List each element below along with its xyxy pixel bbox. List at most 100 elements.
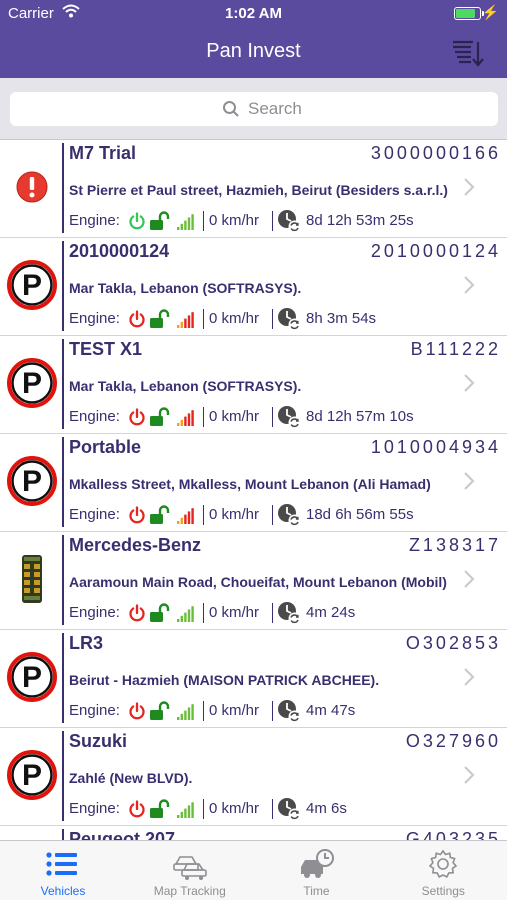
clock-refresh-icon <box>277 699 301 727</box>
vehicle-address: Mar Takla, Lebanon (SOFTRASYS). <box>69 280 302 296</box>
power-icon <box>127 799 147 823</box>
vehicle-code: 1010004934 <box>370 437 501 457</box>
power-icon <box>127 211 147 235</box>
clock-refresh-icon <box>277 405 301 433</box>
tab-time[interactable]: Time <box>254 841 380 900</box>
vehicle-row[interactable]: P TEST X1 B111222 Mar Takla, Lebanon (SOFTR… <box>0 337 507 434</box>
clock-refresh-icon <box>277 209 301 237</box>
parking-icon: P <box>6 259 58 311</box>
vehicle-name: Peugeot 207 <box>69 829 176 840</box>
vehicle-name: Mercedes-Benz <box>69 535 202 555</box>
duration-value: 8h 3m 54s <box>306 310 377 327</box>
vehicle-address: Mkalless Street, Mkalless, Mount Lebanon… <box>69 476 431 492</box>
car-clock-icon <box>299 848 335 880</box>
unlock-icon <box>149 799 173 823</box>
vehicle-row[interactable]: P Suzuki O327960 Zahlé (New BLVD). Engine: 0 … <box>0 729 507 826</box>
engine-label: Engine: <box>69 212 120 229</box>
separator <box>272 211 273 231</box>
separator <box>203 505 204 525</box>
engine-label: Engine: <box>69 604 120 621</box>
separator <box>203 407 204 427</box>
unlock-icon <box>149 309 173 333</box>
cars-icon <box>172 848 208 880</box>
clock-refresh-icon <box>277 797 301 825</box>
separator <box>203 701 204 721</box>
chevron-right-icon <box>464 276 475 294</box>
signal-icon <box>177 211 195 235</box>
engine-label: Engine: <box>69 506 120 523</box>
vehicle-name: Suzuki <box>69 731 128 751</box>
duration-value: 18d 6h 56m 55s <box>306 506 414 523</box>
engine-label: Engine: <box>69 702 120 719</box>
clock: 1:02 AM <box>225 5 282 22</box>
vehicle-list: M7 Trial 3000000166 St Pierre et Paul stre… <box>0 141 507 840</box>
parking-icon: P <box>6 749 58 801</box>
vehicle-row[interactable]: P 2010000124 2010000124 Mar Takla, Lebanon … <box>0 239 507 336</box>
gear-icon <box>425 848 461 880</box>
power-icon <box>127 407 147 431</box>
signal-icon <box>177 799 195 823</box>
power-icon <box>127 309 147 333</box>
vehicle-row[interactable]: Mercedes-Benz Z138317 Aaramoun Main Road, … <box>0 533 507 630</box>
page-title: Pan Invest <box>206 40 301 62</box>
search-box[interactable] <box>10 92 498 126</box>
speed-value: 0 km/hr <box>209 604 260 621</box>
tab-settings[interactable]: Settings <box>380 841 506 900</box>
vehicle-code: 3000000166 <box>370 143 501 163</box>
unlock-icon <box>149 211 173 235</box>
signal-icon <box>177 505 195 529</box>
row-divider <box>62 535 64 625</box>
duration-value: 4m 6s <box>306 800 347 817</box>
vehicle-code: 2010000124 <box>370 241 501 261</box>
separator <box>272 407 273 427</box>
vehicle-address: St Pierre et Paul street, Hazmieh, Beiru… <box>69 182 448 198</box>
row-divider <box>62 731 64 821</box>
vehicle-code: O302853 <box>405 633 501 653</box>
duration-value: 4m 24s <box>306 604 356 621</box>
speed-value: 0 km/hr <box>209 408 260 425</box>
signal-icon <box>177 407 195 431</box>
power-icon <box>127 603 147 627</box>
separator <box>272 505 273 525</box>
chevron-right-icon <box>464 668 475 686</box>
row-divider <box>62 339 64 429</box>
vehicle-name: TEST X1 <box>69 339 143 359</box>
vehicle-row[interactable]: P Portable 1010004934 Mkalless Street, Mkal… <box>0 435 507 532</box>
parking-icon: P <box>6 651 58 703</box>
tab-label: Vehicles <box>40 884 86 898</box>
duration-value: 8d 12h 53m 25s <box>306 212 414 229</box>
power-icon <box>127 505 147 529</box>
engine-label: Engine: <box>69 310 120 327</box>
vehicle-name: M7 Trial <box>69 143 137 163</box>
battery-icon <box>454 7 484 20</box>
vehicle-row[interactable]: M7 Trial 3000000166 St Pierre et Paul stre… <box>0 141 507 238</box>
engine-label: Engine: <box>69 800 120 817</box>
list-icon <box>45 848 81 880</box>
unlock-icon <box>149 407 173 431</box>
parking-icon: P <box>6 455 58 507</box>
duration-value: 8d 12h 57m 10s <box>306 408 414 425</box>
vehicle-row[interactable]: PPeugeot 207G403235 <box>0 827 507 840</box>
svg-text:P: P <box>22 465 42 498</box>
speed-value: 0 km/hr <box>209 310 260 327</box>
search-bar <box>0 78 507 140</box>
duration-value: 4m 47s <box>306 702 356 719</box>
separator <box>203 309 204 329</box>
chevron-right-icon <box>464 374 475 392</box>
signal-icon <box>177 603 195 627</box>
charging-icon: ⚡ <box>481 4 499 20</box>
tab-map-tracking[interactable]: Map Tracking <box>127 841 253 900</box>
vehicle-code: B111222 <box>410 339 501 359</box>
vehicle-row[interactable]: P LR3 O302853 Beirut - Hazmieh (MAISON PATR… <box>0 631 507 728</box>
row-divider <box>62 633 64 723</box>
sort-button[interactable] <box>451 38 485 68</box>
search-input[interactable] <box>248 98 448 120</box>
separator <box>203 211 204 231</box>
clock-refresh-icon <box>277 601 301 629</box>
svg-text:P: P <box>22 661 42 694</box>
vehicle-code: O327960 <box>405 731 501 751</box>
signal-icon <box>177 309 195 333</box>
tab-vehicles[interactable]: Vehicles <box>0 841 126 900</box>
chevron-right-icon <box>464 766 475 784</box>
separator <box>272 309 273 329</box>
